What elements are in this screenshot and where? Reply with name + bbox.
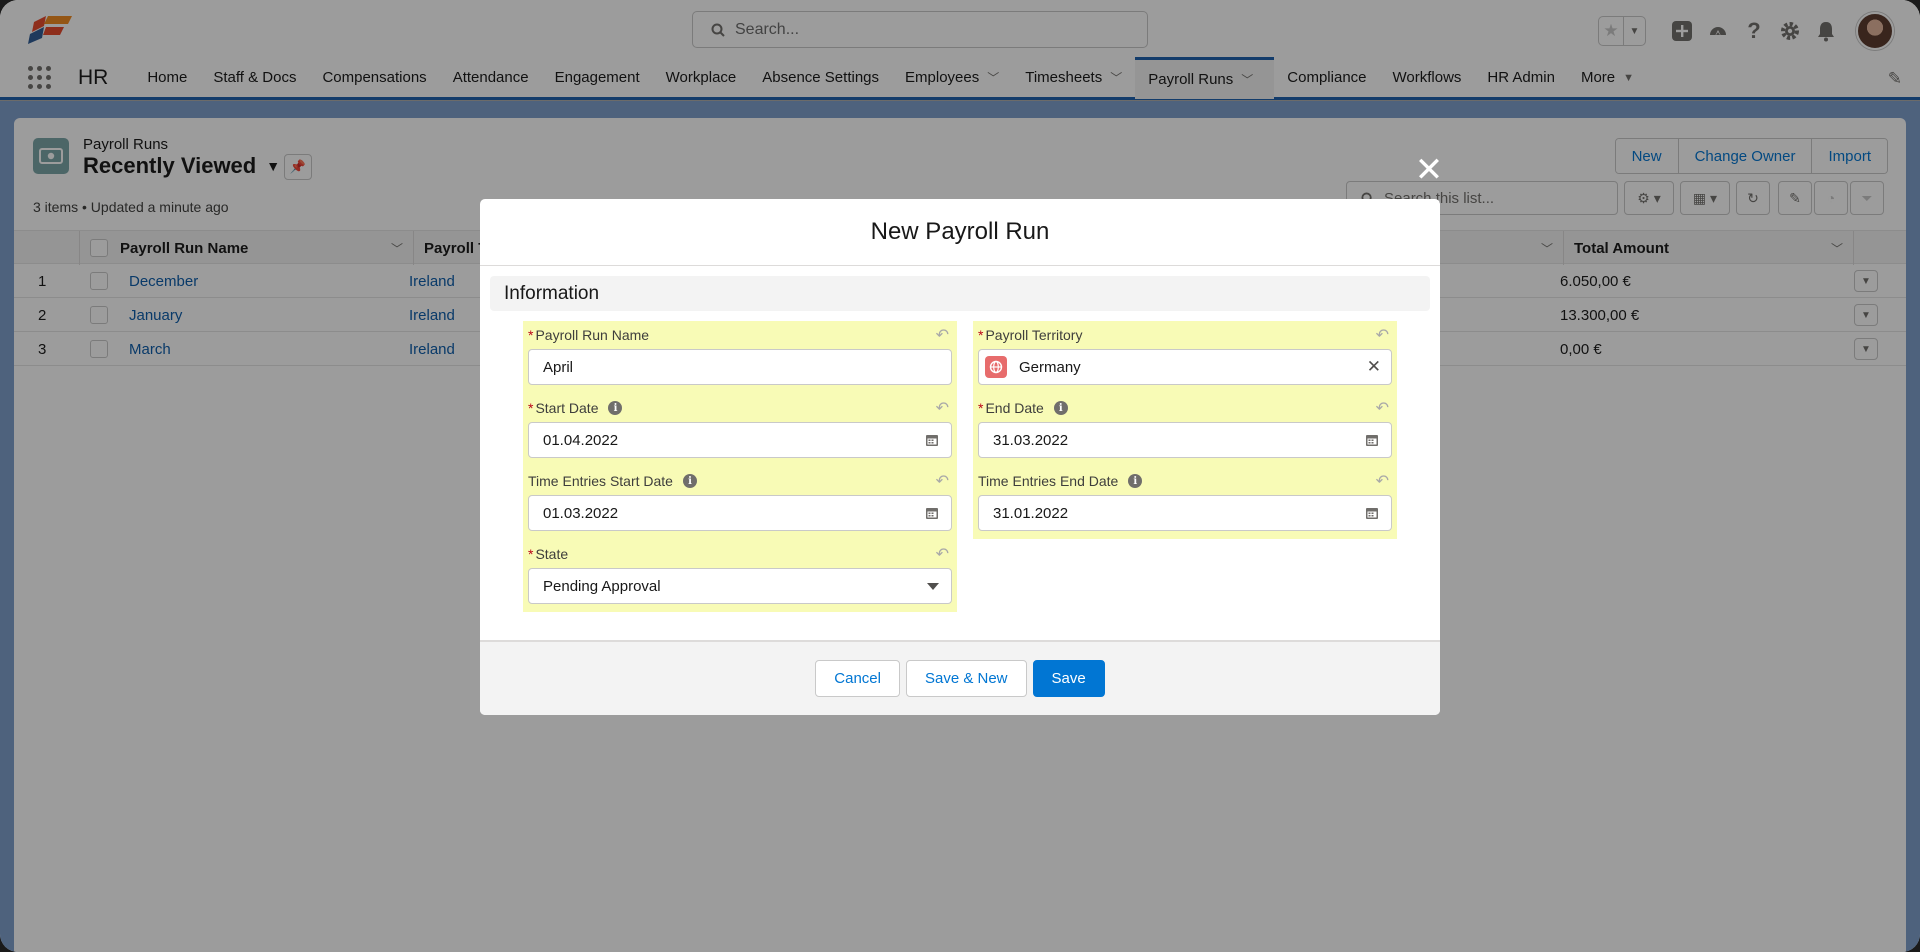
select-value: Pending Approval [543,577,661,595]
field-label-text: End Date [985,400,1044,416]
payroll-run-name-input[interactable]: April [528,349,952,385]
field-label-text: Time Entries Start Date [528,473,673,489]
end-date-input[interactable]: 31.03.2022 [978,422,1392,458]
close-modal-icon[interactable]: ✕ [1413,151,1445,189]
undo-icon[interactable]: ↶ [936,325,949,345]
info-icon[interactable]: i [1128,474,1143,488]
field-label: * Payroll Territory [978,327,1082,343]
calendar-icon[interactable] [925,506,939,520]
input-value: 31.03.2022 [993,431,1069,449]
required-marker: * [978,400,984,416]
globe-icon [985,356,1007,378]
start-date-input[interactable]: 01.04.2022 [528,422,952,458]
required-marker: * [528,546,534,562]
undo-icon[interactable]: ↶ [1376,325,1389,345]
section-header-information[interactable]: Information [490,276,1430,311]
form-column-right: * Payroll Territory ↶ Germany ✕ * End Date… [973,321,1397,539]
info-icon[interactable]: i [608,401,623,415]
field-label: * End Date i [978,400,1068,416]
lookup-value: Germany [1019,358,1081,376]
undo-icon[interactable]: ↶ [936,471,949,491]
save-and-new-button[interactable]: Save & New [905,660,1027,697]
field-label: * State [528,546,568,562]
info-icon[interactable]: i [1053,401,1068,415]
payroll-territory-lookup[interactable]: Germany ✕ [978,349,1392,385]
clear-selection-icon[interactable]: ✕ [1367,357,1381,377]
field-label-text: Start Date [535,400,599,416]
field-label-text: Payroll Run Name [535,327,650,343]
undo-icon[interactable]: ↶ [1376,398,1389,418]
save-button[interactable]: Save [1032,660,1105,697]
app-window: Search... ★ ▼ ? HR Home Staff & Docs Com… [0,0,1920,952]
state-select[interactable]: Pending Approval [528,568,952,604]
field-label-text: Payroll Territory [985,327,1083,343]
calendar-icon[interactable] [1365,506,1379,520]
field-label: * Payroll Run Name [528,327,649,343]
time-entries-start-date-input[interactable]: 01.03.2022 [528,495,952,531]
form-column-left: * Payroll Run Name ↶ April * Start Date i ↶… [523,321,957,612]
input-value: 31.01.2022 [993,504,1069,522]
modal-title: New Payroll Run [480,199,1440,266]
cancel-button[interactable]: Cancel [815,660,900,697]
info-icon[interactable]: i [682,474,697,488]
dropdown-arrow-icon[interactable] [927,583,939,590]
undo-icon[interactable]: ↶ [1376,471,1389,491]
field-label: Time Entries Start Date i [528,473,697,489]
new-payroll-run-modal: New Payroll Run Information * Payroll Run… [480,199,1440,715]
undo-icon[interactable]: ↶ [936,544,949,564]
input-value: 01.04.2022 [543,431,619,449]
calendar-icon[interactable] [925,433,939,447]
field-label: Time Entries End Date i [978,473,1143,489]
required-marker: * [528,327,534,343]
required-marker: * [978,327,984,343]
modal-footer: Cancel Save & New Save [480,640,1440,715]
time-entries-end-date-input[interactable]: 31.01.2022 [978,495,1392,531]
calendar-icon[interactable] [1365,433,1379,447]
field-label-text: State [535,546,569,562]
undo-icon[interactable]: ↶ [936,398,949,418]
input-value: April [543,358,574,376]
field-label-text: Time Entries End Date [978,473,1119,489]
required-marker: * [528,400,534,416]
input-value: 01.03.2022 [543,504,619,522]
field-label: * Start Date i [528,400,623,416]
